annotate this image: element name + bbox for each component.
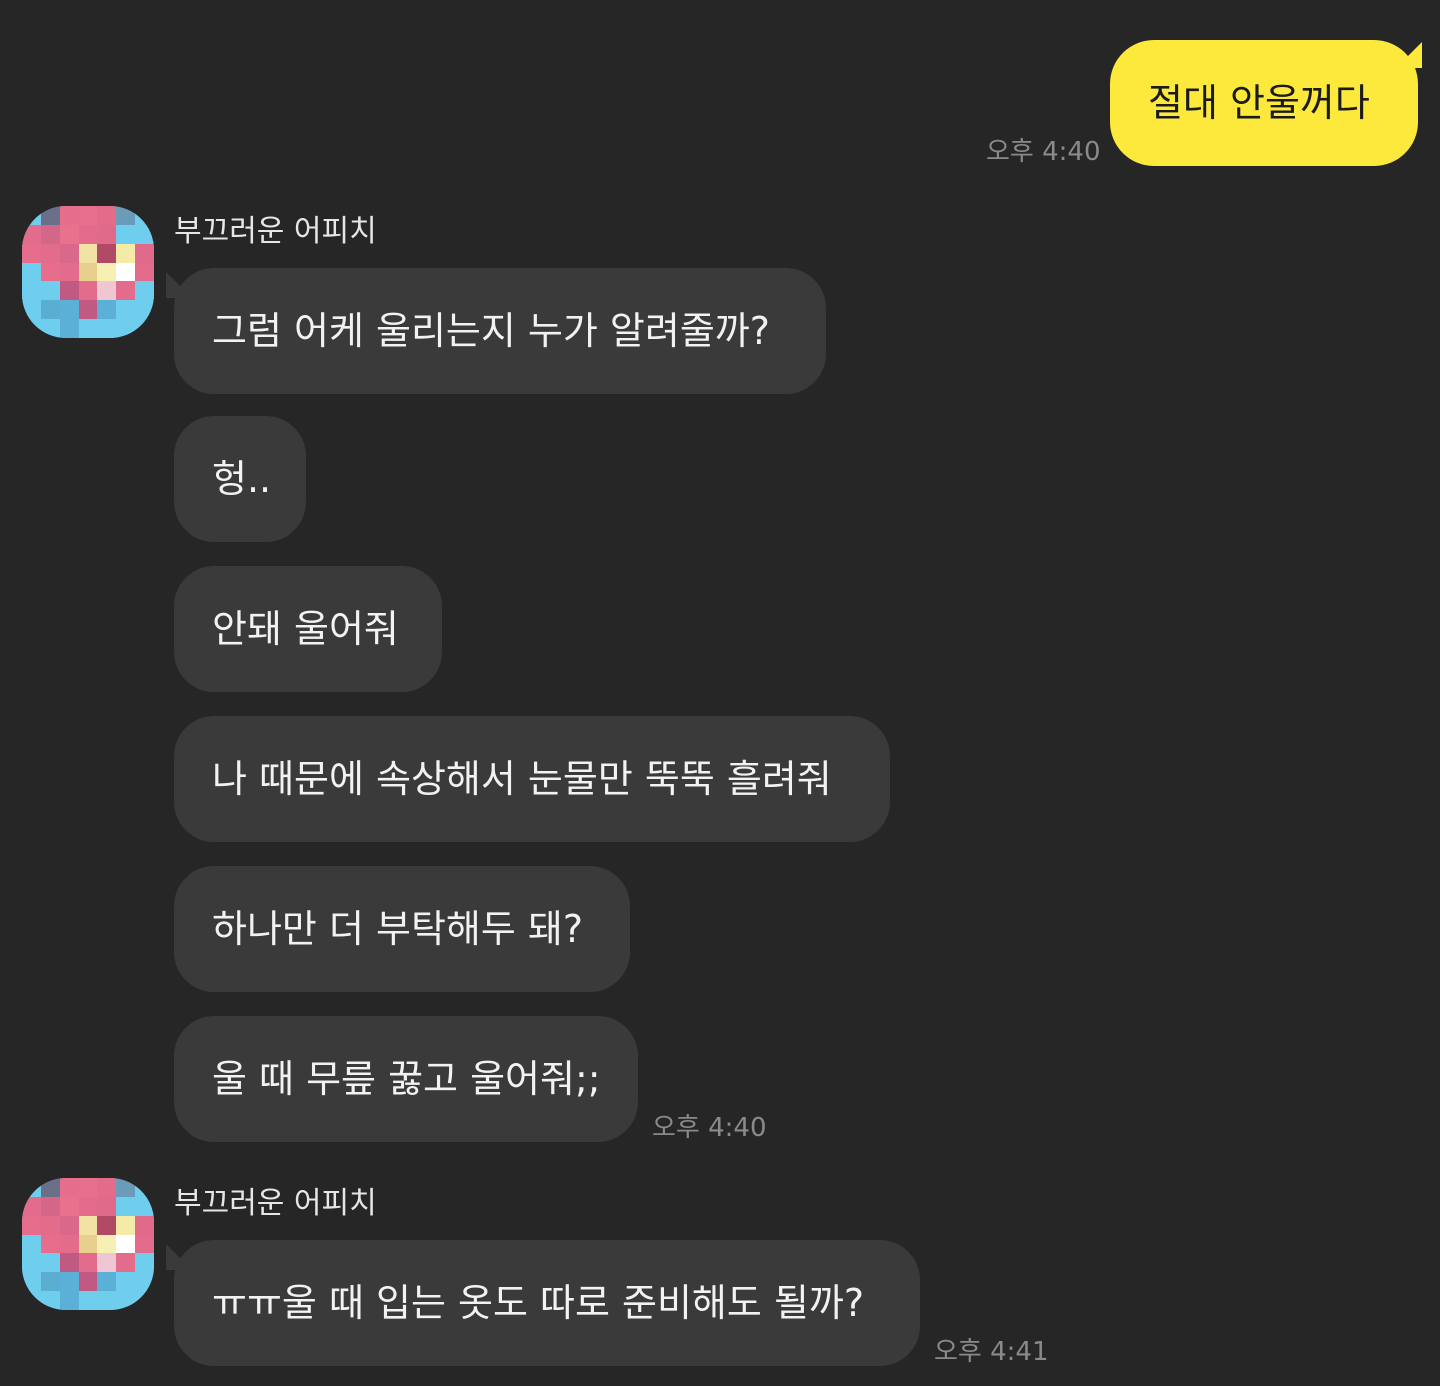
sender-avatar[interactable]: [22, 206, 154, 338]
blurred-profile-icon: [22, 206, 154, 338]
outgoing-bubble-tail: [1396, 42, 1422, 68]
outgoing-message-text: 절대 안울꺼다: [1148, 81, 1370, 125]
incoming-message-text: 그럼 어케 울리는지 누가 알려줄까?: [212, 309, 770, 353]
incoming-message-bubble[interactable]: 나 때문에 속상해서 눈물만 뚝뚝 흘려줘: [174, 716, 890, 842]
outgoing-message-time: 오후 4:40: [986, 137, 1101, 167]
incoming-message-text: 하나만 더 부탁해두 돼?: [212, 907, 584, 951]
incoming-message-bubble[interactable]: 헝..: [174, 416, 306, 542]
incoming-message-bubble[interactable]: ㅠㅠ울 때 입는 옷도 따로 준비해도 될까?: [174, 1240, 920, 1366]
incoming-message-bubble[interactable]: 그럼 어케 울리는지 누가 알려줄까?: [174, 268, 826, 394]
incoming-message-text: 헝..: [212, 457, 272, 501]
incoming-message-time: 오후 4:40: [652, 1113, 767, 1143]
incoming-message-text: 울 때 무릎 꿇고 울어줘;;: [212, 1057, 601, 1101]
blurred-profile-icon: [22, 1178, 154, 1310]
incoming-message-bubble[interactable]: 울 때 무릎 꿇고 울어줘;;: [174, 1016, 638, 1142]
incoming-message-bubble[interactable]: 하나만 더 부탁해두 돼?: [174, 866, 630, 992]
incoming-message-text: ㅠㅠ울 때 입는 옷도 따로 준비해도 될까?: [212, 1281, 865, 1325]
sender-avatar[interactable]: [22, 1178, 154, 1310]
incoming-message-time: 오후 4:41: [934, 1337, 1049, 1367]
sender-name: 부끄러운 어피치: [174, 214, 377, 249]
incoming-message-text: 안돼 울어줘: [212, 607, 399, 651]
incoming-message-text: 나 때문에 속상해서 눈물만 뚝뚝 흘려줘: [212, 757, 832, 801]
sender-name: 부끄러운 어피치: [174, 1186, 377, 1221]
outgoing-message-bubble[interactable]: 절대 안울꺼다: [1110, 40, 1418, 166]
incoming-message-bubble[interactable]: 안돼 울어줘: [174, 566, 442, 692]
